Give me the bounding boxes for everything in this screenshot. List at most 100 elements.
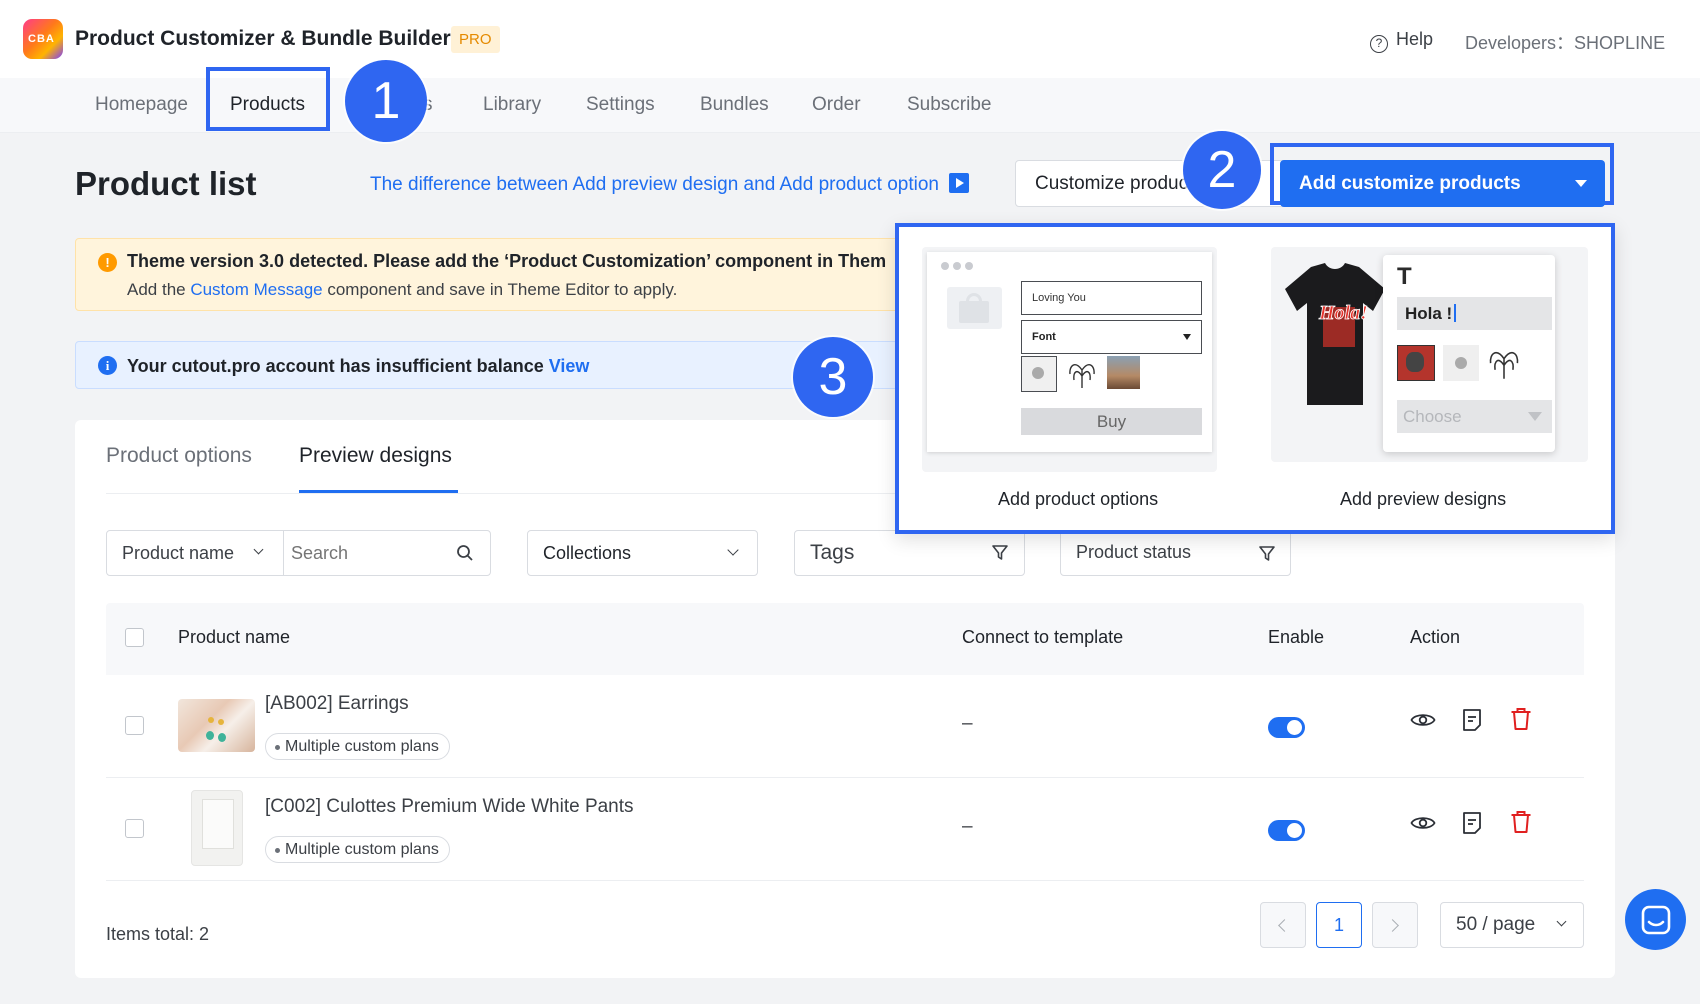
mock-swatch	[1443, 345, 1479, 381]
custom-plans-tag: Multiple custom plans	[265, 733, 450, 760]
nav-library[interactable]: Library	[483, 94, 541, 116]
active-tab-indicator	[299, 490, 458, 493]
col-enable: Enable	[1268, 627, 1325, 647]
tab-preview-designs[interactable]: Preview designs	[299, 444, 452, 468]
svg-text:Hola!: Hola!	[1318, 302, 1368, 324]
mock-text-input: Loving You	[1021, 281, 1202, 315]
table-row	[106, 778, 1584, 881]
template-value: –	[962, 816, 973, 837]
items-total: Items total: 2	[106, 924, 210, 944]
page-1-button[interactable]: 1	[1316, 902, 1362, 948]
developers-label: Developers：SHOPLINE	[1465, 33, 1666, 53]
col-action: Action	[1410, 627, 1461, 647]
field-divider	[283, 531, 284, 575]
caret-down-icon	[1575, 180, 1587, 187]
chevron-down-icon	[253, 544, 264, 555]
nav-homepage[interactable]: Homepage	[95, 94, 188, 116]
add-preview-designs-card[interactable]: Hola! T Hola ! Choose	[1271, 247, 1588, 462]
add-preview-designs-label[interactable]: Add preview designs	[1340, 489, 1506, 510]
delete-icon[interactable]	[1510, 707, 1532, 731]
add-customize-products-button[interactable]: Add customize products	[1280, 160, 1605, 207]
row-checkbox[interactable]	[125, 716, 144, 735]
search-input[interactable]	[291, 539, 441, 567]
difference-link[interactable]: The difference between Add preview desig…	[370, 173, 969, 196]
bag-icon	[947, 287, 1002, 329]
tags-filter[interactable]: Tags	[794, 530, 1025, 576]
table-row	[106, 675, 1584, 778]
step-marker-3: 3	[793, 337, 873, 417]
select-all-checkbox[interactable]	[125, 628, 144, 647]
chevron-down-icon	[1556, 916, 1567, 927]
chat-support-button[interactable]	[1625, 889, 1686, 950]
page-title: Product list	[75, 165, 257, 202]
mock-buy-button: Buy	[1021, 408, 1202, 435]
text-tool-icon: T	[1397, 263, 1412, 290]
play-icon	[949, 173, 969, 193]
prev-page-button[interactable]	[1260, 902, 1306, 948]
chevron-right-icon	[1386, 919, 1399, 932]
nav-bundles[interactable]: Bundles	[700, 94, 769, 116]
warning-icon: !	[98, 253, 117, 272]
help-link[interactable]: ? Help	[1370, 29, 1433, 53]
filter-icon	[992, 545, 1008, 560]
eye-icon[interactable]	[1410, 814, 1436, 832]
nav-settings[interactable]: Settings	[586, 94, 655, 116]
app-title: Product Customizer & Bundle Builder	[75, 27, 451, 50]
eye-icon[interactable]	[1410, 711, 1436, 729]
product-name[interactable]: [AB002] Earrings	[265, 693, 409, 715]
mock-text-field: Hola !	[1397, 297, 1552, 330]
app-logo: CBA	[23, 19, 63, 59]
product-options-preview: Loving You Font Buy	[927, 252, 1212, 452]
chevron-left-icon	[1278, 919, 1291, 932]
chevron-down-icon	[727, 544, 739, 556]
delete-icon[interactable]	[1510, 810, 1532, 834]
add-product-options-label[interactable]: Add product options	[998, 489, 1158, 510]
tab-product-options[interactable]: Product options	[106, 444, 252, 468]
product-name-select[interactable]: Product name	[122, 543, 234, 564]
customize-in-bulk-button[interactable]: Customize products in b	[1015, 160, 1312, 207]
mock-font-select: Font	[1021, 320, 1202, 354]
col-product-name: Product name	[178, 627, 291, 647]
custom-plans-tag: Multiple custom plans	[265, 836, 450, 863]
chat-icon	[1641, 905, 1671, 935]
view-balance-link[interactable]: View	[549, 356, 590, 376]
product-status-filter[interactable]: Product status	[1060, 530, 1291, 576]
pants-thumbnail	[191, 790, 243, 866]
product-name[interactable]: [C002] Culottes Premium Wide White Pants	[265, 796, 634, 818]
mock-swatch-selected	[1397, 345, 1435, 381]
enable-toggle[interactable]	[1268, 820, 1305, 841]
mock-swatch	[1485, 343, 1523, 381]
mock-swatch-2	[1065, 356, 1099, 390]
nav-order[interactable]: Order	[812, 94, 861, 116]
collections-select[interactable]: Collections	[527, 530, 758, 576]
highlight-products-tab	[206, 67, 330, 131]
enable-toggle[interactable]	[1268, 717, 1305, 738]
filter-icon	[1259, 546, 1275, 561]
edit-document-icon[interactable]	[1462, 811, 1482, 835]
page-size-select[interactable]: 50 / page	[1440, 902, 1584, 948]
search-icon[interactable]	[456, 544, 474, 562]
mock-choose-select: Choose	[1397, 400, 1552, 433]
step-marker-2: 2	[1183, 131, 1261, 209]
balance-info-text: Your cutout.pro account has insufficient…	[127, 356, 590, 376]
warning-body: Add the Custom Message component and sav…	[127, 280, 678, 299]
pro-badge: PRO	[451, 26, 500, 53]
product-name-search-group: Product name	[106, 530, 491, 576]
next-page-button[interactable]	[1372, 902, 1418, 948]
info-icon: i	[98, 356, 117, 375]
custom-message-link[interactable]: Custom Message	[190, 280, 322, 299]
add-product-options-card[interactable]: Loving You Font Buy	[922, 247, 1217, 472]
table-header	[106, 603, 1584, 675]
earrings-thumbnail	[178, 699, 255, 752]
col-connect-template: Connect to template	[962, 627, 1124, 647]
step-marker-1: 1	[345, 60, 427, 142]
nav-subscribe[interactable]: Subscribe	[907, 94, 992, 116]
warning-title: Theme version 3.0 detected. Please add t…	[127, 251, 887, 271]
mock-swatch-3	[1107, 356, 1140, 389]
add-products-dropdown: Loving You Font Buy Add product options …	[895, 223, 1615, 534]
preview-design-panel: T Hola ! Choose	[1383, 255, 1555, 452]
row-checkbox[interactable]	[125, 819, 144, 838]
mock-swatch-1	[1021, 356, 1057, 392]
help-icon: ?	[1370, 35, 1388, 53]
edit-document-icon[interactable]	[1462, 708, 1482, 732]
